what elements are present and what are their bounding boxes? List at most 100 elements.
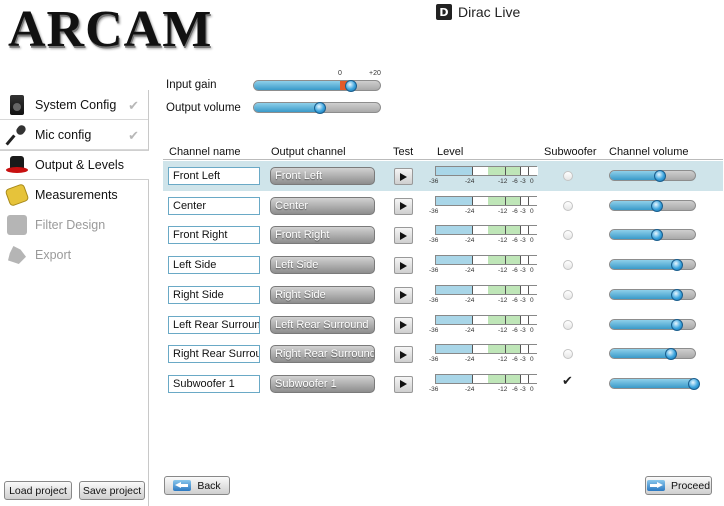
channel-volume-slider[interactable] (609, 318, 696, 331)
channel-volume-knob[interactable] (650, 229, 663, 242)
test-play-button[interactable] (394, 346, 413, 364)
output-channel-button[interactable]: Left Side (270, 256, 375, 275)
channel-name-field[interactable]: Subwoofer 1 (168, 374, 260, 393)
meter-tick-label: -3 (520, 178, 526, 185)
table-row[interactable]: Right Side Right Side -36 -24 -12 -6 -3 0 (163, 280, 723, 310)
subwoofer-radio[interactable] (563, 319, 573, 330)
channel-volume-knob[interactable] (654, 170, 666, 182)
level-meter (435, 344, 538, 355)
channel-volume-slider[interactable] (609, 229, 696, 242)
meter-tick-label: -12 (498, 237, 508, 245)
sidebar-item-label: Output & Levels (35, 158, 124, 172)
channel-volume-fill (610, 289, 678, 299)
channel-volume-knob[interactable] (665, 348, 678, 361)
sidebar-item-system-config[interactable]: System Config ✔ (0, 90, 149, 120)
channel-volume-knob[interactable] (688, 377, 700, 390)
meter-tick-label: -24 (465, 296, 475, 304)
test-play-button[interactable] (394, 316, 413, 334)
play-icon (400, 202, 407, 211)
table-row[interactable]: Left Rear Surround Left Rear Surround -3… (163, 310, 723, 340)
channel-volume-knob[interactable] (671, 259, 683, 272)
channel-name-field[interactable]: Left Rear Surround (168, 315, 260, 334)
test-play-button[interactable] (394, 168, 413, 185)
test-play-button[interactable] (394, 257, 413, 275)
output-channel-button[interactable]: Front Right (270, 226, 375, 245)
channel-name-field[interactable]: Front Left (168, 167, 260, 185)
subwoofer-radio[interactable] (563, 260, 573, 271)
subwoofer-radio[interactable] (563, 200, 573, 211)
subwoofer-radio[interactable] (563, 230, 573, 241)
subwoofer-radio[interactable] (563, 349, 573, 360)
level-meter-ticks: -36 -24 -12 -6 -3 0 (429, 297, 545, 305)
test-play-button[interactable] (394, 197, 413, 215)
channel-name-field[interactable]: Left Side (168, 256, 260, 275)
meter-tick-label: -24 (465, 178, 475, 185)
output-channel-button[interactable]: Center (270, 196, 375, 215)
channel-volume-slider[interactable] (609, 288, 696, 301)
meter-tick-label: -12 (498, 207, 508, 215)
meter-tick-label: -6 (512, 267, 518, 275)
sidebar-item-mic-config[interactable]: Mic config ✔ (0, 120, 149, 150)
proceed-label: Proceed (670, 479, 711, 492)
level-meter (435, 195, 538, 206)
hat-icon (6, 154, 28, 176)
channel-name-field[interactable]: Center (168, 196, 260, 215)
load-project-button[interactable]: Load project (4, 481, 72, 500)
channel-volume-knob[interactable] (671, 318, 683, 331)
channel-name-field[interactable]: Right Rear Surround (168, 345, 260, 364)
sidebar-item-measurements[interactable]: Measurements (0, 180, 149, 210)
meter-tick-label: 0 (530, 178, 534, 185)
subwoofer-checkmark[interactable]: ✔ (562, 373, 573, 389)
subwoofer-radio[interactable] (563, 289, 573, 300)
table-row[interactable]: Left Side Left Side -36 -24 -12 -6 -3 0 (163, 250, 723, 280)
channel-volume-knob[interactable] (650, 199, 663, 212)
table-row[interactable]: Subwoofer 1 Subwoofer 1 -36 -24 -12 -6 -3 0 ✔ (163, 369, 723, 399)
channel-volume-slider[interactable] (609, 199, 696, 212)
input-gain-knob[interactable] (345, 80, 358, 92)
level-meter (435, 166, 538, 176)
table-row[interactable]: Right Rear Surround Right Rear Surround … (163, 339, 723, 369)
channel-volume-slider[interactable] (609, 377, 700, 390)
channel-name-field[interactable]: Front Right (168, 226, 260, 245)
table-row[interactable]: Front Left Front Left -36 -24 -12 -6 -3 0 (163, 161, 723, 191)
test-play-button[interactable] (394, 227, 413, 245)
sidebar-item-label: System Config (35, 97, 117, 112)
output-volume-knob[interactable] (313, 102, 326, 114)
play-icon (400, 261, 407, 270)
level-meter-ticks: -36 -24 -12 -6 -3 0 (429, 356, 545, 364)
channel-volume-knob[interactable] (671, 288, 683, 301)
level-meter-ticks: -36 -24 -12 -6 -3 0 (429, 208, 545, 216)
meter-tick-label: -12 (498, 385, 508, 393)
channel-volume-slider[interactable] (609, 259, 696, 272)
meter-tick-label: -12 (498, 178, 508, 185)
channel-volume-slider[interactable] (609, 170, 696, 182)
meter-tick-label: -6 (512, 385, 518, 393)
filter-icon (6, 214, 28, 236)
proceed-button[interactable]: Proceed (645, 476, 712, 495)
meter-tick-label: 0 (530, 385, 534, 393)
output-channel-button[interactable]: Front Left (270, 167, 375, 185)
input-gain-slider[interactable] (253, 80, 381, 92)
output-channel-button[interactable]: Subwoofer 1 (270, 374, 375, 393)
meter-tick-label: -36 (429, 296, 439, 304)
input-gain-tick-max: +20 (369, 70, 381, 77)
output-channel-button[interactable]: Right Side (270, 285, 375, 304)
output-channel-button[interactable]: Left Rear Surround (270, 315, 375, 334)
meter-tick-label: 0 (530, 326, 534, 334)
meter-tick-label: 0 (530, 207, 534, 215)
test-play-button[interactable] (394, 375, 413, 393)
output-channel-button[interactable]: Right Rear Surround (270, 345, 375, 364)
sidebar-item-output-levels[interactable]: Output & Levels (0, 150, 149, 180)
test-play-button[interactable] (394, 286, 413, 304)
subwoofer-radio[interactable] (563, 171, 573, 181)
meter-tick-label: -6 (512, 207, 518, 215)
save-project-button[interactable]: Save project (79, 481, 145, 500)
table-row[interactable]: Front Right Front Right -36 -24 -12 -6 -3 0 (163, 220, 723, 250)
output-volume-slider[interactable] (253, 102, 381, 114)
channel-name-field[interactable]: Right Side (168, 285, 260, 304)
tape-measure-icon (4, 183, 30, 207)
table-row[interactable]: Center Center -36 -24 -12 -6 -3 0 (163, 191, 723, 221)
channel-volume-slider[interactable] (609, 348, 696, 361)
back-button[interactable]: Back (164, 476, 230, 495)
level-meter-ticks: -36 -24 -12 -6 -3 0 (429, 178, 545, 186)
